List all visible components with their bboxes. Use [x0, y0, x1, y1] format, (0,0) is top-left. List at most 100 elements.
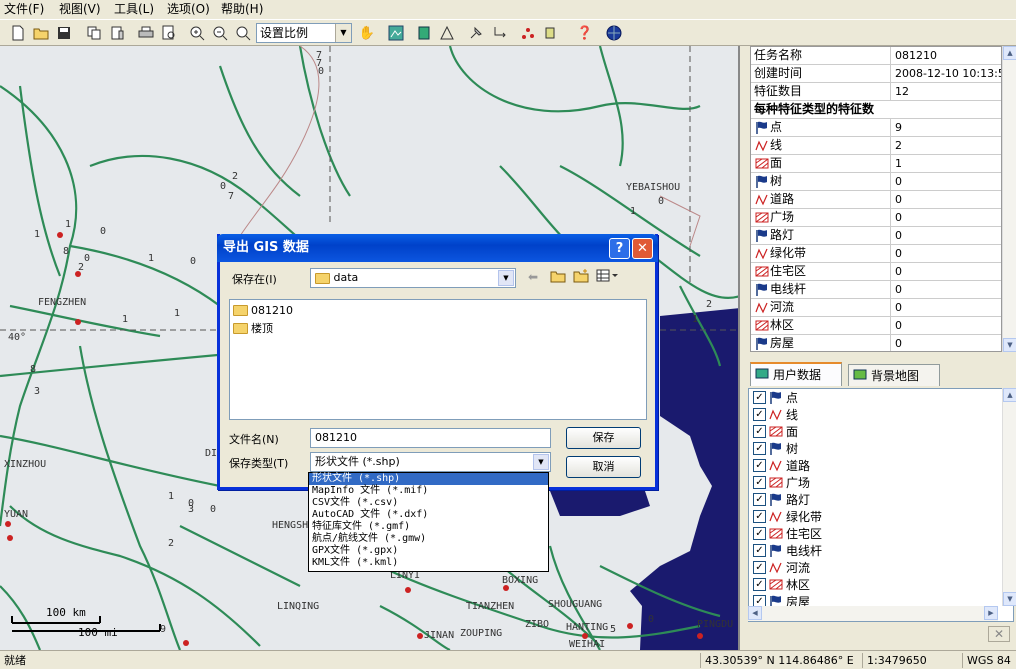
filetype-option[interactable]: 特征库文件 (*.gmf) [309, 521, 548, 533]
road-number: 2 [168, 538, 175, 549]
scroll-down-icon[interactable]: ▼ [1003, 338, 1016, 352]
layers-hscrollbar[interactable]: ◀ ▶ [748, 606, 998, 621]
chevron-down-icon[interactable]: ▼ [335, 24, 351, 42]
layer-item[interactable]: ✓ 河流 [749, 559, 1013, 576]
road-number: 9 [160, 624, 167, 635]
layer-checkbox[interactable]: ✓ [753, 391, 766, 404]
points-icon[interactable] [518, 23, 538, 43]
help-button[interactable]: ? [609, 238, 630, 259]
filetype-option[interactable]: KML文件 (*.kml) [309, 557, 548, 569]
save-button[interactable]: 保存 [566, 427, 641, 449]
scroll-down-icon[interactable]: ▼ [1003, 592, 1016, 606]
filetype-option[interactable]: 航点/航线文件 (*.gmw) [309, 533, 548, 545]
filetype-option[interactable]: GPX文件 (*.gpx) [309, 545, 548, 557]
measure-icon[interactable] [437, 23, 457, 43]
layer-item[interactable]: ✓ 林区 [749, 576, 1013, 593]
help-icon[interactable]: ❓ [575, 23, 595, 43]
paste-icon[interactable] [107, 23, 127, 43]
flag-icon [768, 493, 784, 506]
menu-file[interactable]: 文件(F) [4, 2, 44, 17]
layer-checkbox[interactable]: ✓ [753, 578, 766, 591]
layer-item[interactable]: ✓ 面 [749, 423, 1013, 440]
layer-checkbox[interactable]: ✓ [753, 510, 766, 523]
layer-checkbox[interactable]: ✓ [753, 527, 766, 540]
filetype-option[interactable]: 形状文件 (*.shp) [309, 473, 548, 485]
tab-user-data[interactable]: 用户数据 [750, 362, 842, 386]
menu-help[interactable]: 帮助(H) [221, 2, 263, 17]
zoom-in-icon[interactable] [187, 23, 207, 43]
copy-icon[interactable] [84, 23, 104, 43]
globe-icon[interactable] [604, 23, 624, 43]
zoom-out-icon[interactable] [210, 23, 230, 43]
layer-item[interactable]: ✓ 点 [749, 389, 1013, 406]
layer-item[interactable]: ✓ 线 [749, 406, 1013, 423]
view-menu-icon[interactable] [596, 269, 618, 286]
folder-name: 081210 [251, 304, 293, 317]
layers-scrollbar[interactable]: ▲ ▼ [1002, 388, 1016, 606]
filetype-option[interactable]: CSV文件 (*.csv) [309, 497, 548, 509]
status-ready: 就绪 [4, 654, 26, 667]
place-label: YUAN [4, 509, 29, 520]
area-icon [768, 425, 784, 438]
new-folder-icon[interactable] [573, 269, 589, 286]
road-number: 1 [630, 206, 637, 217]
layer-checkbox[interactable]: ✓ [753, 544, 766, 557]
menu-options[interactable]: 选项(O) [167, 2, 210, 17]
save-in-combo[interactable]: data ▼ [310, 268, 516, 288]
layer-checkbox[interactable]: ✓ [753, 459, 766, 472]
back-icon[interactable]: ⬅ [528, 270, 538, 284]
properties-scrollbar[interactable]: ▲ ▼ [1002, 46, 1016, 352]
close-button[interactable]: ✕ [632, 238, 653, 259]
list-item-folder[interactable]: 081210 [233, 304, 293, 317]
layer-stack-icon[interactable] [414, 23, 434, 43]
line-icon [768, 408, 784, 421]
up-folder-icon[interactable] [550, 269, 566, 286]
scroll-right-icon[interactable]: ▶ [984, 606, 998, 620]
cancel-button[interactable]: 取消 [566, 456, 641, 478]
layer-item[interactable]: ✓ 广场 [749, 474, 1013, 491]
layer-item[interactable]: ✓ 电线杆 [749, 542, 1013, 559]
panel-close-button[interactable]: ✕ [988, 626, 1010, 642]
new-file-icon[interactable] [8, 23, 28, 43]
menu-tools[interactable]: 工具(L) [114, 2, 154, 17]
layer-checkbox[interactable]: ✓ [753, 408, 766, 421]
zoom-fit-icon[interactable] [233, 23, 253, 43]
scroll-left-icon[interactable]: ◀ [748, 606, 762, 620]
menu-view[interactable]: 视图(V) [59, 2, 101, 17]
layer-item[interactable]: ✓ 住宅区 [749, 525, 1013, 542]
feature-count: 0 [895, 301, 902, 314]
layer-item[interactable]: ✓ 绿化带 [749, 508, 1013, 525]
filetype-select[interactable]: 形状文件 (*.shp) ▼ [310, 452, 551, 472]
scroll-up-icon[interactable]: ▲ [1003, 46, 1016, 60]
scale-select[interactable]: 设置比例 ▼ [256, 23, 352, 43]
property-row: 创建时间 2008-12-10 10:13:5 [751, 65, 1001, 83]
layer-item[interactable]: ✓ 树 [749, 440, 1013, 457]
layer-checkbox[interactable]: ✓ [753, 476, 766, 489]
layer-checkbox[interactable]: ✓ [753, 425, 766, 438]
print-icon[interactable] [136, 23, 156, 43]
layer-checkbox[interactable]: ✓ [753, 561, 766, 574]
layer-checkbox[interactable]: ✓ [753, 493, 766, 506]
feature-key: 住宅区 [751, 263, 891, 280]
route-icon[interactable] [490, 23, 510, 43]
layer-item[interactable]: ✓ 道路 [749, 457, 1013, 474]
chevron-down-icon[interactable]: ▼ [533, 454, 549, 470]
save-icon[interactable] [54, 23, 74, 43]
chevron-down-icon[interactable]: ▼ [498, 270, 514, 286]
road-number: 0 [648, 614, 655, 625]
layer-checkbox[interactable]: ✓ [753, 442, 766, 455]
filetype-option[interactable]: AutoCAD 文件 (*.dxf) [309, 509, 548, 521]
print-preview-icon[interactable] [159, 23, 179, 43]
feature-type-label: 面 [770, 156, 783, 170]
pushpin-icon[interactable] [466, 23, 486, 43]
open-folder-icon[interactable] [31, 23, 51, 43]
layer-item[interactable]: ✓ 路灯 [749, 491, 1013, 508]
tab-background-map[interactable]: 背景地图 [848, 364, 940, 386]
pan-hand-icon[interactable]: ✋ [357, 23, 377, 43]
tool-icon[interactable] [541, 23, 561, 43]
list-item-folder[interactable]: 楼顶 [233, 320, 273, 336]
filename-input[interactable]: 081210 [310, 428, 551, 448]
map-icon[interactable] [386, 23, 406, 43]
filetype-option[interactable]: MapInfo 文件 (*.mif) [309, 485, 548, 497]
scroll-up-icon[interactable]: ▲ [1003, 388, 1016, 402]
